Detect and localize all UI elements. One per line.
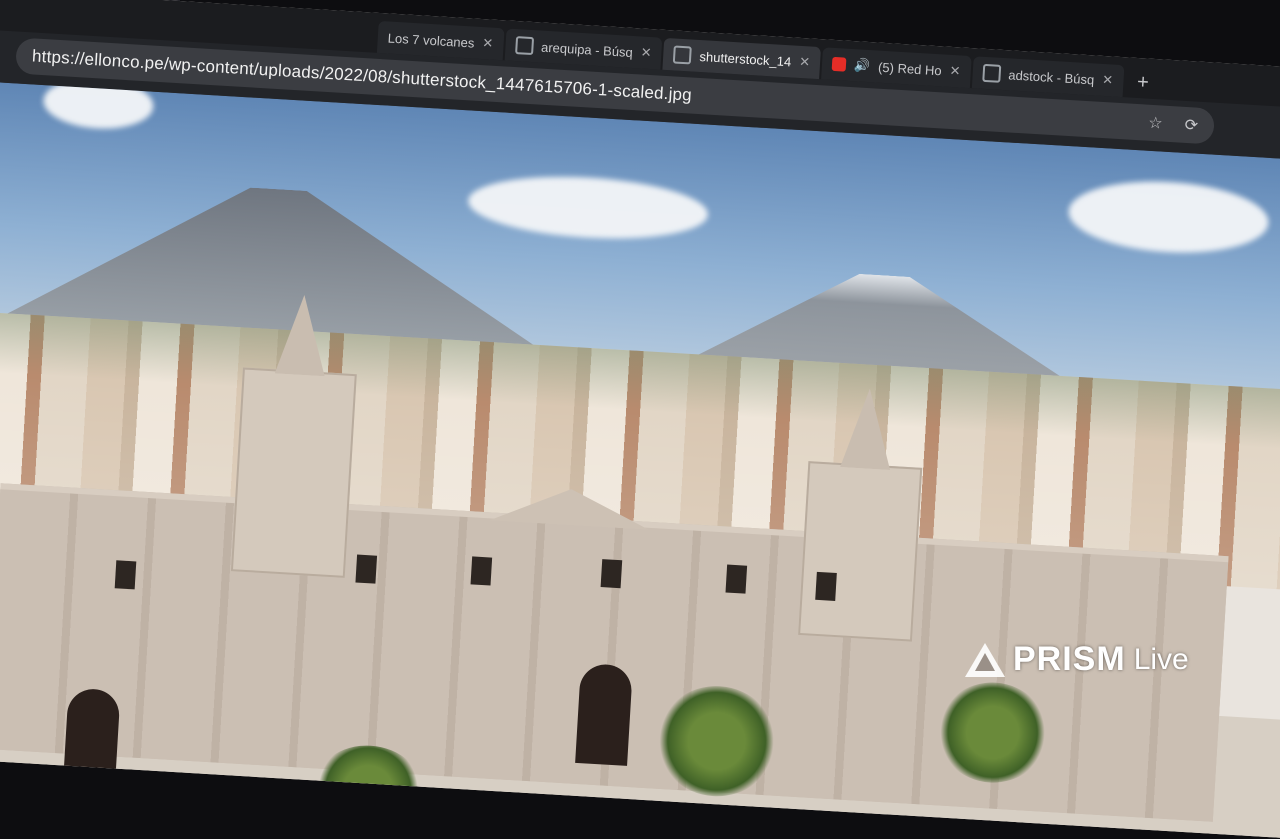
bell-tower-left <box>230 367 357 578</box>
speaker-icon[interactable]: 🔊 <box>854 57 871 74</box>
watermark-brand: PRISM <box>1013 640 1126 678</box>
bookmark-star-icon[interactable]: ☆ <box>1148 113 1164 134</box>
search-icon <box>981 63 1001 83</box>
window <box>470 556 493 586</box>
bell-tower-right <box>798 461 923 642</box>
prism-live-watermark: PRISM Live <box>965 640 1189 679</box>
tab-title: shutterstock_14 <box>699 48 792 69</box>
cathedral-main-door <box>575 663 633 766</box>
tab-youtube[interactable]: 🔊 (5) Red Ho ✕ <box>821 47 972 89</box>
tab-adstock-search[interactable]: adstock - Búsq ✕ <box>971 56 1125 98</box>
new-tab-button[interactable]: + <box>1124 65 1162 99</box>
tab-title: Los 7 volcanes <box>387 29 475 51</box>
watermark-suffix: Live <box>1133 642 1189 676</box>
close-tab-icon[interactable]: ✕ <box>1102 72 1114 89</box>
tab-title: adstock - Búsq <box>1007 66 1095 87</box>
search-icon <box>514 36 534 56</box>
close-tab-icon[interactable]: ✕ <box>482 35 494 52</box>
window <box>355 554 378 584</box>
tab-shutterstock-image[interactable]: shutterstock_14 ✕ <box>662 37 822 80</box>
cathedral-side-door <box>63 687 121 771</box>
close-tab-icon[interactable]: ✕ <box>799 54 811 71</box>
window <box>725 564 748 594</box>
browser-screen: Los 7 volcanes ✕ arequipa - Búsq ✕ shutt… <box>0 0 1280 839</box>
displayed-image-arequipa-cathedral <box>0 79 1280 839</box>
close-tab-icon[interactable]: ✕ <box>949 63 961 80</box>
tab-title: arequipa - Búsq <box>540 39 634 60</box>
tab-arequipa-search[interactable]: arequipa - Búsq ✕ <box>504 28 663 70</box>
youtube-icon <box>831 56 847 72</box>
tab-title: (5) Red Ho <box>877 59 943 78</box>
window <box>815 571 837 601</box>
window <box>600 559 623 589</box>
prism-logo-icon <box>965 642 1005 677</box>
globe-icon <box>673 45 693 65</box>
tab-volcanes[interactable]: Los 7 volcanes ✕ <box>376 20 505 61</box>
close-tab-icon[interactable]: ✕ <box>640 45 652 62</box>
extension-icon[interactable]: ⟳ <box>1184 115 1199 136</box>
window <box>114 560 137 590</box>
